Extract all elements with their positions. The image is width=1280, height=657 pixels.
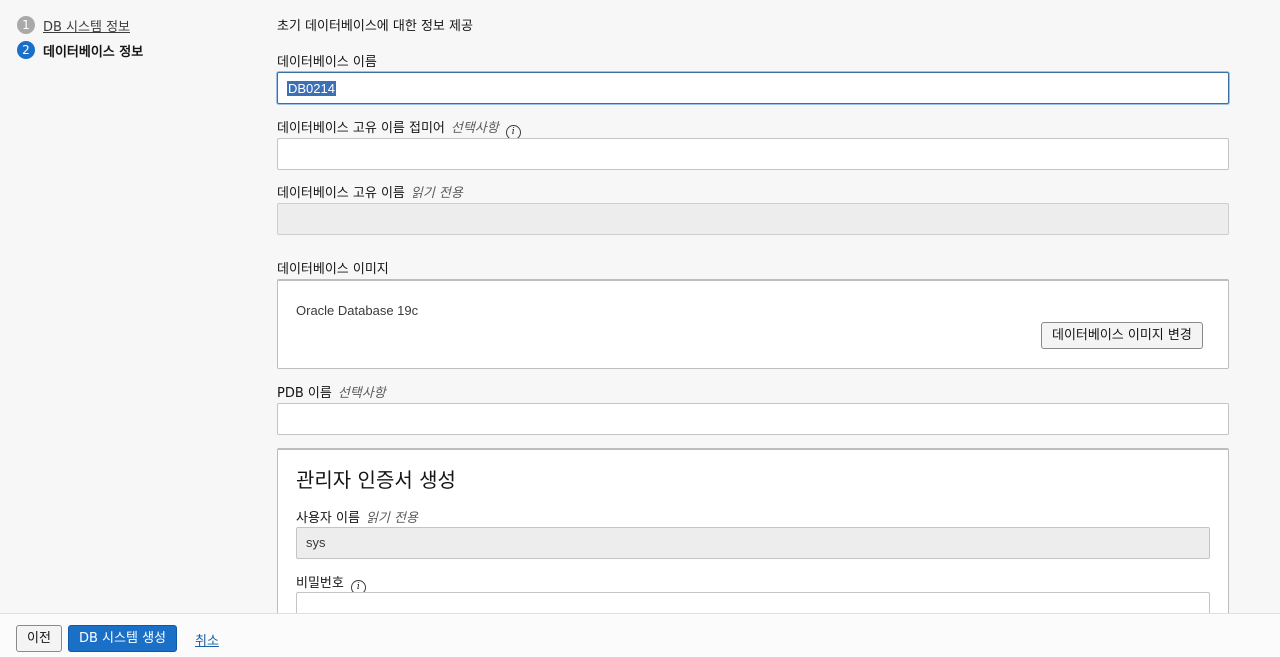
db-image-panel: Oracle Database 19c 데이터베이스 이미지 변경 xyxy=(277,279,1229,369)
username-field: sys xyxy=(296,527,1210,559)
unique-suffix-label: 데이터베이스 고유 이름 접미어 선택사항 i xyxy=(277,117,521,140)
pdb-name-label: PDB 이름 선택사항 xyxy=(277,382,386,401)
db-name-value: DB0214 xyxy=(287,80,336,96)
cancel-link[interactable]: 취소 xyxy=(195,630,219,649)
password-label-text: 비밀번호 xyxy=(296,576,344,591)
unique-suffix-input[interactable] xyxy=(277,138,1229,170)
previous-button[interactable]: 이전 xyxy=(16,625,62,652)
db-image-label-text: 데이터베이스 이미지 xyxy=(277,262,389,277)
step-db-system-info[interactable]: 1 DB 시스템 정보 xyxy=(17,14,257,36)
step-database-info: 2 데이터베이스 정보 xyxy=(17,39,257,61)
pdb-name-label-text: PDB 이름 xyxy=(277,386,332,401)
admin-credentials-panel: 관리자 인증서 생성 사용자 이름 읽기 전용 sys 비밀번호 i xyxy=(277,448,1229,624)
username-hint: 읽기 전용 xyxy=(365,511,418,526)
unique-suffix-label-text: 데이터베이스 고유 이름 접미어 xyxy=(277,121,445,136)
db-name-input[interactable]: DB0214 xyxy=(277,72,1229,104)
step-label-db-system-info[interactable]: DB 시스템 정보 xyxy=(43,16,130,35)
pdb-name-hint: 선택사항 xyxy=(337,386,386,401)
change-db-image-button[interactable]: 데이터베이스 이미지 변경 xyxy=(1041,322,1203,349)
create-db-system-button[interactable]: DB 시스템 생성 xyxy=(68,625,177,652)
db-image-value: Oracle Database 19c xyxy=(296,303,419,318)
wizard-footer: 이전 DB 시스템 생성 취소 xyxy=(0,613,1280,657)
unique-name-field xyxy=(277,203,1229,235)
unique-suffix-hint: 선택사항 xyxy=(450,121,499,136)
section-intro: 초기 데이터베이스에 대한 정보 제공 xyxy=(277,19,473,34)
unique-name-label: 데이터베이스 고유 이름 읽기 전용 xyxy=(277,182,463,201)
username-label-text: 사용자 이름 xyxy=(296,511,360,526)
pdb-name-input[interactable] xyxy=(277,403,1229,435)
username-label: 사용자 이름 읽기 전용 xyxy=(296,507,418,526)
unique-name-hint: 읽기 전용 xyxy=(410,186,463,201)
db-name-label-text: 데이터베이스 이름 xyxy=(277,55,377,70)
db-image-label: 데이터베이스 이미지 xyxy=(277,258,389,277)
admin-credentials-title: 관리자 인증서 생성 xyxy=(296,468,456,492)
unique-name-label-text: 데이터베이스 고유 이름 xyxy=(277,186,405,201)
wizard-steps: 1 DB 시스템 정보 2 데이터베이스 정보 xyxy=(17,14,257,64)
step-number-2: 2 xyxy=(17,41,35,59)
step-number-1: 1 xyxy=(17,16,35,34)
create-db-system-page: 1 DB 시스템 정보 2 데이터베이스 정보 초기 데이터베이스에 대한 정보… xyxy=(0,0,1280,657)
db-name-label: 데이터베이스 이름 xyxy=(277,51,377,70)
step-label-database-info: 데이터베이스 정보 xyxy=(43,44,144,60)
